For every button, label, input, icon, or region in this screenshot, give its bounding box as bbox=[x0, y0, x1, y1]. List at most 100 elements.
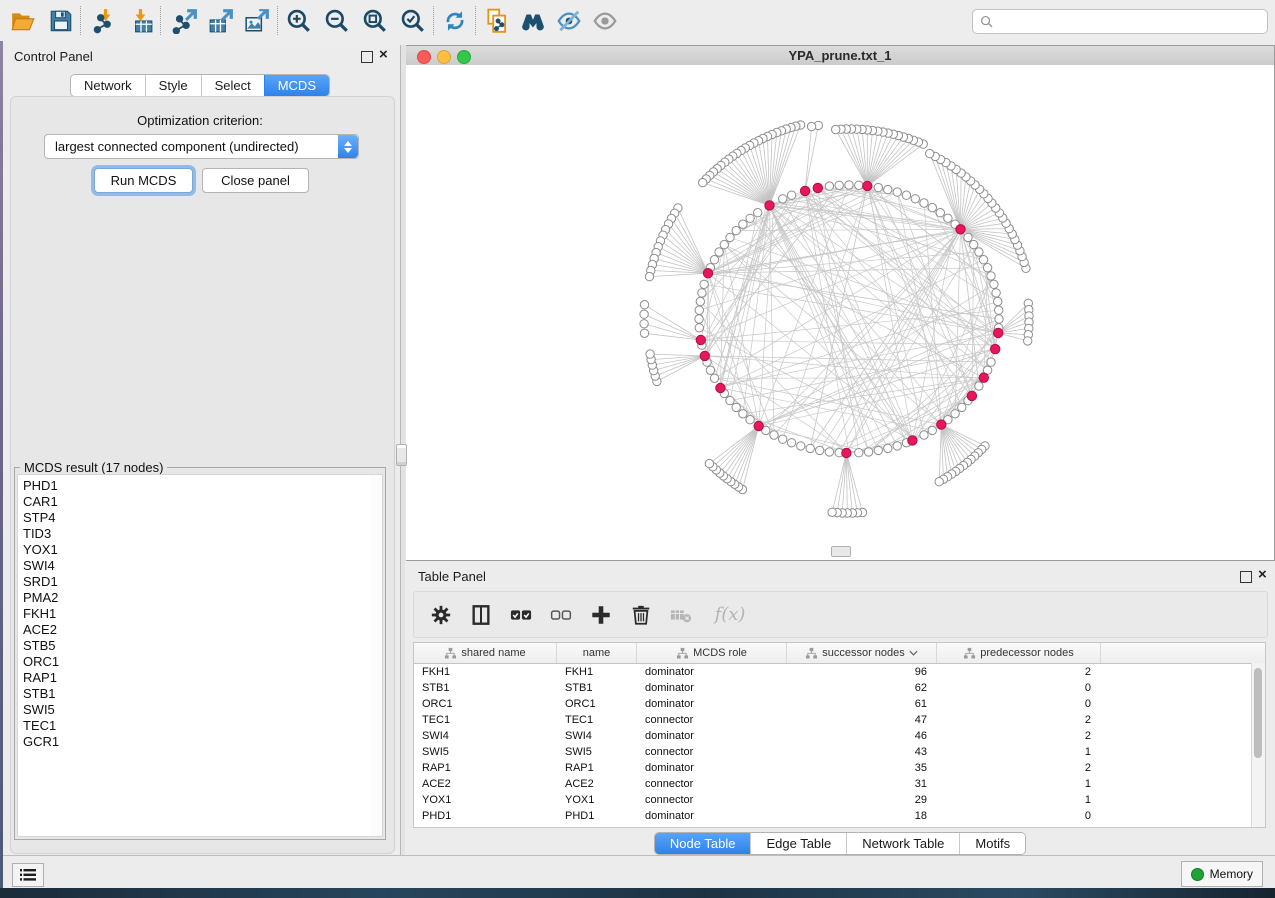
memory-status-icon bbox=[1191, 868, 1204, 881]
mcds-list-item[interactable]: STB5 bbox=[18, 638, 370, 654]
tab-mcds[interactable]: MCDS bbox=[264, 75, 329, 96]
task-history-button[interactable] bbox=[12, 863, 44, 887]
table-row[interactable]: SWI4SWI4dominator462 bbox=[414, 728, 1265, 744]
table-row[interactable]: ACE2ACE2connector311 bbox=[414, 776, 1265, 792]
mcds-list-item[interactable]: STP4 bbox=[18, 510, 370, 526]
column-header-shared-name[interactable]: shared name bbox=[414, 643, 557, 663]
mcds-list-item[interactable]: STB1 bbox=[18, 686, 370, 702]
table-scrollbar[interactable] bbox=[1251, 663, 1265, 827]
search-box[interactable] bbox=[972, 9, 1268, 34]
open-file-icon[interactable] bbox=[6, 4, 40, 37]
mcds-list-item[interactable]: TID3 bbox=[18, 526, 370, 542]
tab-select[interactable]: Select bbox=[201, 75, 264, 96]
save-session-icon[interactable] bbox=[44, 4, 78, 37]
export-network-icon[interactable] bbox=[168, 4, 202, 37]
table-cell: dominator bbox=[637, 696, 787, 712]
mcds-list-item[interactable]: ORC1 bbox=[18, 654, 370, 670]
export-table-icon[interactable] bbox=[204, 4, 238, 37]
column-header-mcds-role[interactable]: MCDS role bbox=[637, 643, 787, 663]
refresh-icon[interactable] bbox=[438, 4, 472, 37]
table-row[interactable]: STB1STB1dominator620 bbox=[414, 680, 1265, 696]
export-image-icon[interactable] bbox=[240, 4, 274, 37]
column-header-successor-nodes[interactable]: successor nodes bbox=[787, 643, 937, 663]
import-table-icon[interactable] bbox=[124, 4, 158, 37]
settings-icon[interactable] bbox=[428, 602, 454, 628]
tab-network[interactable]: Network bbox=[71, 75, 145, 96]
run-mcds-button[interactable]: Run MCDS bbox=[94, 168, 193, 193]
table-cell: STB1 bbox=[557, 680, 637, 696]
table-row[interactable]: SWI5SWI5connector431 bbox=[414, 744, 1265, 760]
criterion-value: largest connected component (undirected) bbox=[45, 139, 338, 154]
hide-selected-icon[interactable] bbox=[552, 4, 586, 37]
table-panel-float-icon[interactable] bbox=[1240, 571, 1252, 583]
table-panel-close-icon[interactable]: × bbox=[1258, 570, 1267, 580]
find-icon[interactable] bbox=[516, 4, 550, 37]
delete-column-icon[interactable] bbox=[628, 602, 654, 628]
mcds-list-item[interactable]: PMA2 bbox=[18, 590, 370, 606]
table-cell: 1 bbox=[937, 744, 1101, 760]
mcds-list-item[interactable]: ACE2 bbox=[18, 622, 370, 638]
close-panel-button[interactable]: Close panel bbox=[202, 168, 309, 193]
zoom-selected-icon[interactable] bbox=[396, 4, 430, 37]
column-header-predecessor-nodes[interactable]: predecessor nodes bbox=[937, 643, 1101, 663]
search-icon bbox=[980, 15, 993, 28]
table-cell: 96 bbox=[787, 664, 937, 680]
clone-network-icon[interactable] bbox=[480, 4, 514, 37]
table-cell: 29 bbox=[787, 792, 937, 808]
table-row[interactable]: ORC1ORC1dominator610 bbox=[414, 696, 1265, 712]
table-header-row: shared namenameMCDS rolesuccessor nodesp… bbox=[414, 643, 1265, 664]
show-columns-icon[interactable] bbox=[468, 602, 494, 628]
vertical-divider-grabber[interactable] bbox=[396, 444, 407, 466]
table-panel: Table Panel × f(x) shared namenameMCDS r… bbox=[405, 561, 1275, 855]
mcds-list-item[interactable]: YOX1 bbox=[18, 542, 370, 558]
table-row[interactable]: FKH1FKH1dominator962 bbox=[414, 664, 1265, 680]
tab-network-table[interactable]: Network Table bbox=[846, 833, 959, 854]
optimization-criterion-label: Optimization criterion: bbox=[0, 113, 400, 128]
tab-motifs[interactable]: Motifs bbox=[959, 833, 1025, 854]
tab-style[interactable]: Style bbox=[145, 75, 201, 96]
add-column-icon[interactable] bbox=[588, 602, 614, 628]
control-panel-float-icon[interactable] bbox=[361, 51, 373, 63]
search-input[interactable] bbox=[993, 12, 1267, 32]
mcds-list-item[interactable]: SRD1 bbox=[18, 574, 370, 590]
show-all-icon[interactable] bbox=[588, 4, 622, 37]
mcds-list-item[interactable]: CAR1 bbox=[18, 494, 370, 510]
import-network-icon[interactable] bbox=[88, 4, 122, 37]
table-scrollbar-thumb[interactable] bbox=[1254, 668, 1262, 758]
mcds-list-scrollbar[interactable] bbox=[370, 474, 383, 837]
table-cell: 0 bbox=[937, 696, 1101, 712]
table-row[interactable]: TEC1TEC1connector472 bbox=[414, 712, 1265, 728]
zoom-in-icon[interactable] bbox=[282, 4, 316, 37]
table-row[interactable]: YOX1YOX1connector291 bbox=[414, 792, 1265, 808]
control-panel-close-icon[interactable]: × bbox=[379, 50, 388, 60]
mcds-list-item[interactable]: SWI4 bbox=[18, 558, 370, 574]
mcds-list-item[interactable]: PHD1 bbox=[18, 478, 370, 494]
mcds-list-item[interactable]: TEC1 bbox=[18, 718, 370, 734]
table-row[interactable]: RAP1RAP1dominator352 bbox=[414, 760, 1265, 776]
node-table[interactable]: shared namenameMCDS rolesuccessor nodesp… bbox=[413, 642, 1266, 828]
zoom-out-icon[interactable] bbox=[320, 4, 354, 37]
table-cell: YOX1 bbox=[557, 792, 637, 808]
column-header-name[interactable]: name bbox=[557, 643, 637, 663]
mcds-result-list[interactable]: PHD1CAR1STP4TID3YOX1SWI4SRD1PMA2FKH1ACE2… bbox=[17, 474, 371, 837]
deselect-all-icon[interactable] bbox=[548, 602, 574, 628]
horizontal-divider-grabber[interactable] bbox=[831, 546, 851, 557]
mcds-list-item[interactable]: FKH1 bbox=[18, 606, 370, 622]
mcds-result-title: MCDS result (17 nodes) bbox=[20, 460, 167, 475]
mcds-list-item[interactable]: SWI5 bbox=[18, 702, 370, 718]
table-cell: 2 bbox=[937, 712, 1101, 728]
mcds-list-item[interactable]: GCR1 bbox=[18, 734, 370, 750]
criterion-dropdown[interactable]: largest connected component (undirected) bbox=[44, 134, 359, 159]
mcds-list-item[interactable]: RAP1 bbox=[18, 670, 370, 686]
zoom-fit-icon[interactable] bbox=[358, 4, 392, 37]
memory-button[interactable]: Memory bbox=[1181, 861, 1263, 887]
tab-edge-table[interactable]: Edge Table bbox=[750, 833, 846, 854]
network-window-titlebar[interactable]: YPA_prune.txt_1 bbox=[406, 46, 1274, 66]
table-cell: SWI5 bbox=[557, 744, 637, 760]
network-view[interactable] bbox=[406, 65, 1274, 560]
table-cell: RAP1 bbox=[414, 760, 557, 776]
tab-node-table[interactable]: Node Table bbox=[655, 833, 751, 854]
select-all-icon[interactable] bbox=[508, 602, 534, 628]
status-bar: Memory bbox=[3, 855, 1275, 889]
table-row[interactable]: PHD1PHD1dominator180 bbox=[414, 808, 1265, 824]
